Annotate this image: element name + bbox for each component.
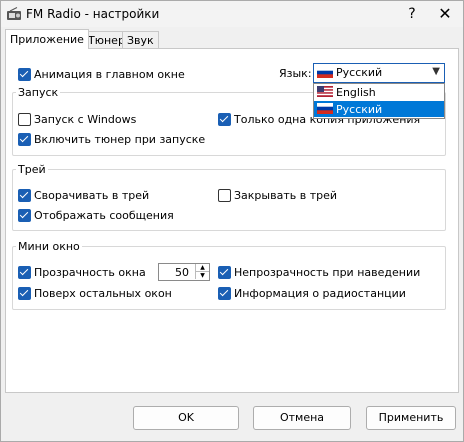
always-on-top-label: Поверх остальных окон	[34, 287, 172, 300]
radio-app-icon	[7, 7, 21, 20]
start-with-windows-label: Запуск с Windows	[34, 113, 137, 126]
ok-button[interactable]: OK	[133, 406, 239, 430]
minimize-to-tray-checkbox[interactable]	[18, 189, 31, 202]
language-dropdown-list: English Русский	[313, 83, 445, 119]
transparency-checkbox[interactable]	[18, 266, 31, 279]
language-label: Язык:	[279, 67, 312, 80]
station-info-checkbox[interactable]	[218, 287, 231, 300]
language-option-english[interactable]: English	[314, 84, 444, 100]
language-option-russian-label: Русский	[336, 103, 383, 116]
help-button[interactable]: ?	[401, 3, 423, 25]
animation-checkbox[interactable]	[18, 68, 31, 81]
chevron-down-icon: ▼	[432, 66, 440, 77]
cancel-button[interactable]: Отмена	[253, 406, 351, 430]
transparency-spinbox[interactable]: 50 ▲ ▼	[158, 263, 210, 281]
transparency-value: 50	[175, 266, 189, 279]
settings-window: FM Radio - настройки ? ✕ Приложение Тюне…	[0, 0, 464, 442]
tab-sound[interactable]: Звук	[122, 31, 159, 49]
startup-group-title: Запуск	[16, 86, 61, 99]
russia-flag-icon	[317, 103, 333, 114]
transparency-label: Прозрачность окна	[34, 266, 146, 279]
close-button[interactable]: ✕	[431, 3, 459, 25]
mini-window-group-title: Мини окно	[16, 240, 82, 253]
show-messages-checkbox[interactable]	[18, 209, 31, 222]
tuner-on-start-checkbox[interactable]	[18, 133, 31, 146]
us-flag-icon	[317, 86, 333, 97]
language-select[interactable]: Русский ▼	[313, 63, 445, 83]
opaque-on-hover-checkbox[interactable]	[218, 266, 231, 279]
tab-application[interactable]: Приложение	[5, 29, 89, 49]
language-option-english-label: English	[336, 86, 376, 99]
tray-group-title: Трей	[16, 163, 48, 176]
window-title: FM Radio - настройки	[26, 7, 160, 21]
minimize-to-tray-label: Сворачивать в трей	[34, 189, 150, 202]
russia-flag-icon	[317, 67, 333, 78]
language-selected-value: Русский	[336, 66, 383, 79]
spin-up-arrow-icon[interactable]: ▲	[195, 264, 209, 272]
apply-button[interactable]: Применить	[366, 406, 456, 430]
station-info-label: Информация о радиостанции	[234, 287, 406, 300]
show-messages-label: Отображать сообщения	[34, 209, 174, 222]
spin-down-arrow-icon[interactable]: ▼	[195, 272, 209, 279]
start-with-windows-checkbox[interactable]	[18, 113, 31, 126]
close-to-tray-label: Закрывать в трей	[234, 189, 338, 202]
always-on-top-checkbox[interactable]	[18, 287, 31, 300]
close-to-tray-checkbox[interactable]	[218, 189, 231, 202]
opaque-on-hover-label: Непрозрачность при наведении	[234, 266, 421, 279]
tuner-on-start-label: Включить тюнер при запуске	[34, 133, 206, 146]
animation-label: Анимация в главном окне	[34, 68, 185, 81]
title-bar: FM Radio - настройки ? ✕	[1, 1, 463, 27]
single-instance-checkbox[interactable]	[218, 113, 231, 126]
language-option-russian[interactable]: Русский	[314, 101, 444, 117]
